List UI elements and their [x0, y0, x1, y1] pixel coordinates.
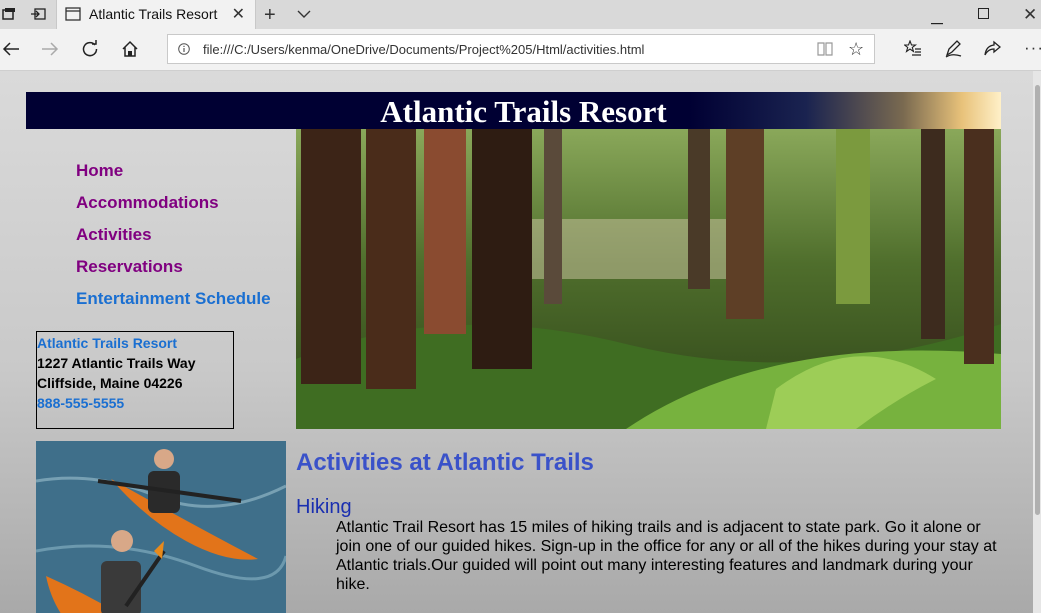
site-title: Atlantic Trails Resort: [380, 94, 667, 129]
city-state-zip: Cliffside, Maine 04226: [37, 375, 183, 391]
hiking-description: Atlantic Trail Resort has 15 miles of hi…: [336, 519, 997, 593]
nav-accommodations-link[interactable]: Accommodations: [76, 193, 271, 225]
address-bar[interactable]: file:///C:/Users/kenma/OneDrive/Document…: [167, 34, 875, 64]
site-banner: Atlantic Trails Resort: [26, 92, 1001, 129]
close-window-icon[interactable]: ✕: [1023, 6, 1037, 23]
tabs-aside-icon[interactable]: [2, 7, 16, 24]
nav-reservations-link[interactable]: Reservations: [76, 257, 271, 289]
new-tab-icon[interactable]: +: [264, 5, 276, 25]
forest-hero-image: [296, 129, 1001, 429]
info-icon[interactable]: [178, 43, 190, 58]
phone-link[interactable]: 888-555-5555: [37, 395, 233, 415]
favorites-hub-icon[interactable]: [902, 39, 922, 60]
refresh-icon[interactable]: [81, 40, 99, 61]
web-note-pen-icon[interactable]: [944, 40, 962, 61]
favorite-star-icon[interactable]: ☆: [848, 40, 864, 58]
close-tab-icon[interactable]: ✕: [232, 4, 245, 24]
scrollbar-thumb[interactable]: [1035, 85, 1040, 515]
street-address: 1227 Atlantic Trails Way: [37, 355, 196, 371]
more-options-icon[interactable]: ···: [1024, 39, 1041, 56]
tab-list-chevron-icon[interactable]: [297, 7, 311, 22]
home-icon[interactable]: [121, 40, 139, 61]
page-icon: [65, 7, 81, 24]
nav-activities-link[interactable]: Activities: [76, 225, 271, 257]
set-aside-tabs-icon[interactable]: [30, 7, 46, 24]
browser-toolbar: file:///C:/Users/kenma/OneDrive/Document…: [0, 29, 1041, 71]
nav-home-link[interactable]: Home: [76, 161, 271, 193]
kayak-photo: [36, 441, 286, 613]
main-nav: Home Accommodations Activities Reservati…: [76, 161, 271, 321]
tab-title: Atlantic Trails Resort: [89, 6, 218, 22]
forward-icon[interactable]: [41, 41, 59, 60]
url-text: file:///C:/Users/kenma/OneDrive/Document…: [203, 42, 645, 57]
hiking-heading: Hiking: [296, 496, 352, 518]
maximize-icon[interactable]: [978, 8, 990, 23]
share-icon[interactable]: [983, 40, 1002, 60]
reading-view-icon[interactable]: [817, 42, 833, 59]
resort-name-link[interactable]: Atlantic Trails Resort: [37, 335, 233, 355]
minimize-icon[interactable]: [931, 13, 943, 28]
contact-address-box: Atlantic Trails Resort 1227 Atlantic Tra…: [36, 331, 234, 429]
web-page: Atlantic Trails Resort Home Accommodatio…: [0, 71, 1041, 613]
nav-entertainment-schedule-link[interactable]: Entertainment Schedule: [76, 289, 271, 321]
back-icon[interactable]: [2, 41, 20, 60]
page-heading: Activities at Atlantic Trails: [296, 449, 594, 476]
active-tab[interactable]: Atlantic Trails Resort ✕: [56, 0, 256, 29]
browser-tab-bar: Atlantic Trails Resort ✕ + ✕: [0, 0, 1041, 29]
scrollbar[interactable]: [1033, 71, 1041, 613]
